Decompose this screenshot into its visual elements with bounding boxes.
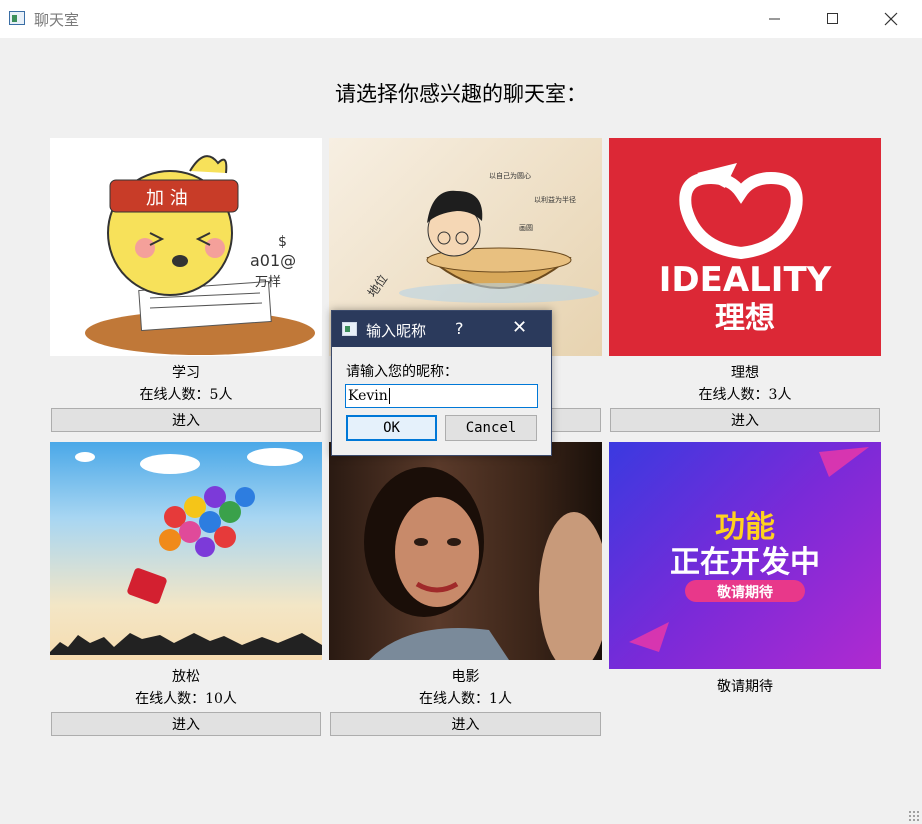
room-name: 敬请期待 — [717, 679, 773, 695]
image-doodle: a01@ — [250, 251, 296, 270]
minimize-button[interactable] — [746, 0, 804, 38]
enter-button-room-2[interactable] — [550, 408, 601, 432]
room-image-coming-soon: 功能 正在开发中 敬请期待 — [609, 442, 881, 669]
image-doodle: $ — [278, 234, 287, 250]
close-icon — [884, 12, 898, 26]
dialog-title: 输入昵称 — [366, 322, 427, 340]
room-name: 学习 — [172, 365, 200, 381]
app-icon — [9, 11, 25, 25]
minimize-icon — [769, 18, 780, 20]
enter-button-relax[interactable]: 进入 — [51, 712, 321, 736]
room-image-ideality: IDEALITY 理想 — [609, 138, 881, 356]
close-button[interactable] — [862, 0, 920, 38]
nickname-prompt: 请输入您的昵称： — [346, 364, 458, 380]
image-caption: 画圆 — [519, 224, 533, 232]
image-caption: 以自己为圆心 — [489, 171, 531, 180]
dialog-titlebar: 输入昵称 ? ✕ — [332, 311, 551, 347]
headband-text: 加 油 — [146, 188, 188, 209]
image-caption: 以利益为半径 — [534, 195, 576, 204]
room-name: 理想 — [731, 365, 759, 381]
nickname-value: Kevin — [348, 388, 388, 404]
logo-text: IDEALITY — [659, 260, 832, 300]
room-name: 放松 — [172, 669, 200, 685]
room-name: 电影 — [451, 669, 480, 685]
room-online-count: 在线人数：10人 — [135, 691, 237, 707]
help-button[interactable]: ? — [455, 319, 464, 338]
room-online-count: 在线人数：1人 — [419, 691, 512, 707]
image-doodle: 万样 — [255, 275, 281, 290]
resize-grip-icon[interactable] — [908, 810, 920, 822]
maximize-button[interactable] — [804, 0, 862, 38]
room-image-study: 加 油 $ a01@ 万样 — [50, 138, 322, 356]
cancel-button[interactable]: Cancel — [445, 415, 537, 441]
text-cursor — [388, 388, 390, 404]
banner-text: 敬请期待 — [716, 584, 773, 601]
banner-text: 功能 — [715, 510, 775, 545]
room-online-count: 在线人数：3人 — [698, 387, 792, 403]
room-online-count: 在线人数：5人 — [139, 387, 233, 403]
enter-button-ideality[interactable]: 进入 — [610, 408, 880, 432]
nickname-input[interactable]: Kevin — [345, 384, 538, 408]
dialog-close-button[interactable]: ✕ — [512, 317, 527, 338]
enter-button-study[interactable]: 进入 — [51, 408, 321, 432]
room-image-relax — [50, 442, 322, 660]
page-heading: 请选择你感兴趣的聊天室： — [335, 82, 587, 106]
enter-button-movie[interactable]: 进入 — [330, 712, 601, 736]
image-caption: 地位 — [364, 271, 390, 299]
window-title: 聊天室 — [34, 11, 80, 29]
window-titlebar: 聊天室 — [0, 0, 922, 38]
app-icon — [342, 322, 357, 336]
maximize-icon — [827, 13, 838, 24]
room-image-movie — [329, 442, 602, 660]
nickname-dialog: 输入昵称 ? ✕ 请输入您的昵称： Kevin OK Cancel — [331, 310, 552, 456]
logo-text: 理想 — [715, 301, 775, 336]
ok-button[interactable]: OK — [346, 415, 437, 441]
banner-text: 正在开发中 — [670, 545, 820, 580]
